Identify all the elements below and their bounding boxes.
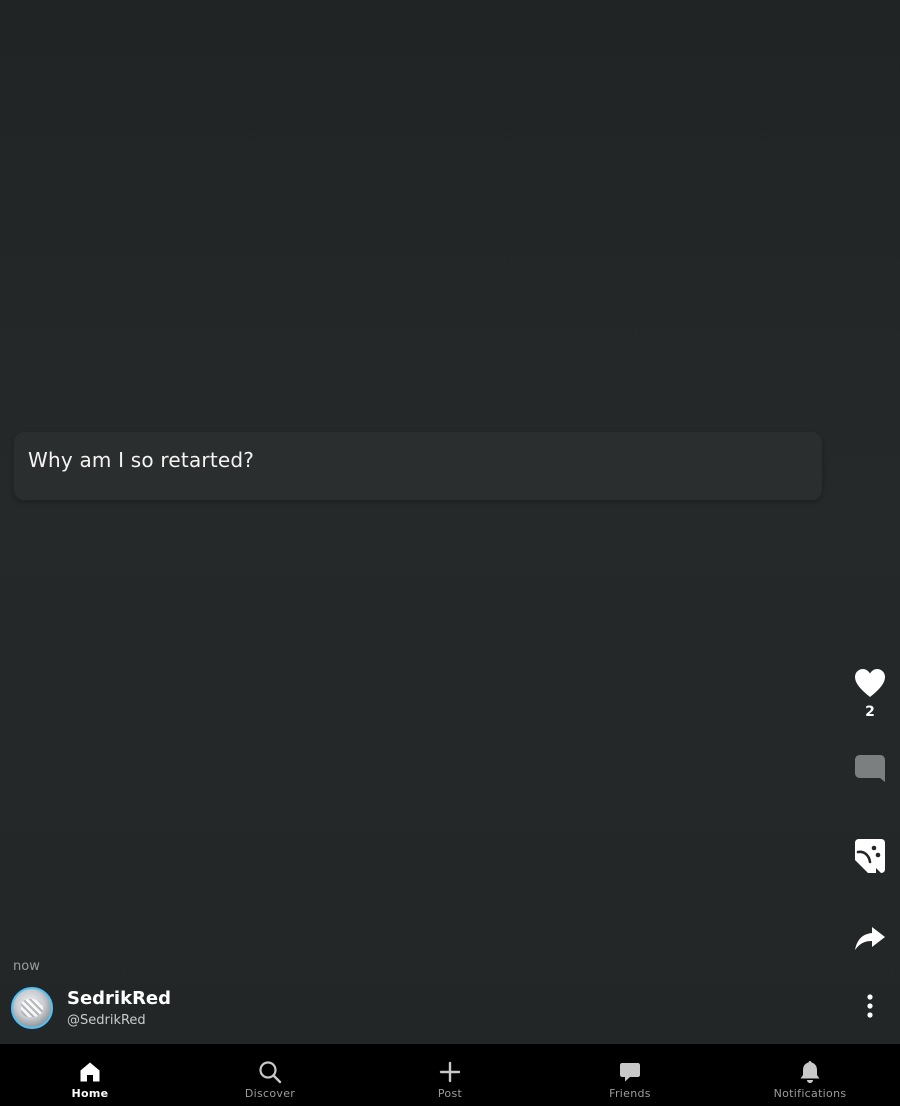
more-options-button[interactable] [840,994,900,1018]
nav-friends-label: Friends [609,1087,651,1100]
app-screen: Why am I so retarted? 2 now SedrikRed @S… [0,0,900,1106]
post-timestamp: now [13,959,40,974]
more-vertical-icon [867,994,873,1018]
avatar[interactable] [11,987,53,1029]
nav-discover-label: Discover [244,1087,296,1100]
author-info[interactable]: SedrikRed @SedrikRed [11,987,171,1029]
home-icon [80,1062,100,1082]
nav-discover[interactable]: Discover [180,1044,360,1106]
share-button[interactable] [840,926,900,952]
like-count: 2 [865,704,875,720]
plus-icon [439,1061,461,1083]
post-text-card[interactable]: Why am I so retarted? [14,432,822,500]
search-icon [259,1061,282,1084]
bell-icon [800,1061,820,1083]
nav-post[interactable]: Post [360,1044,540,1106]
comment-icon [855,755,885,782]
like-button[interactable]: 2 [840,668,900,720]
post-text: Why am I so retarted? [28,448,255,472]
nav-home[interactable]: Home [0,1044,180,1106]
post-meta: now [13,955,40,974]
author-display-name[interactable]: SedrikRed [67,988,171,1010]
remix-button[interactable] [840,838,900,874]
chat-icon [620,1063,640,1082]
share-icon [855,927,885,950]
nav-notifications-label: Notifications [773,1087,847,1100]
nav-post-label: Post [437,1087,463,1100]
author-text: SedrikRed @SedrikRed [67,988,171,1028]
nav-home-label: Home [71,1087,109,1100]
heart-icon [855,669,885,697]
remix-icon [855,839,885,873]
bottom-navigation: Home Discover Post Friends Notifications [0,1044,900,1106]
comment-button[interactable] [840,754,900,786]
nav-notifications[interactable]: Notifications [720,1044,900,1106]
nav-friends[interactable]: Friends [540,1044,720,1106]
author-handle[interactable]: @SedrikRed [67,1013,171,1028]
